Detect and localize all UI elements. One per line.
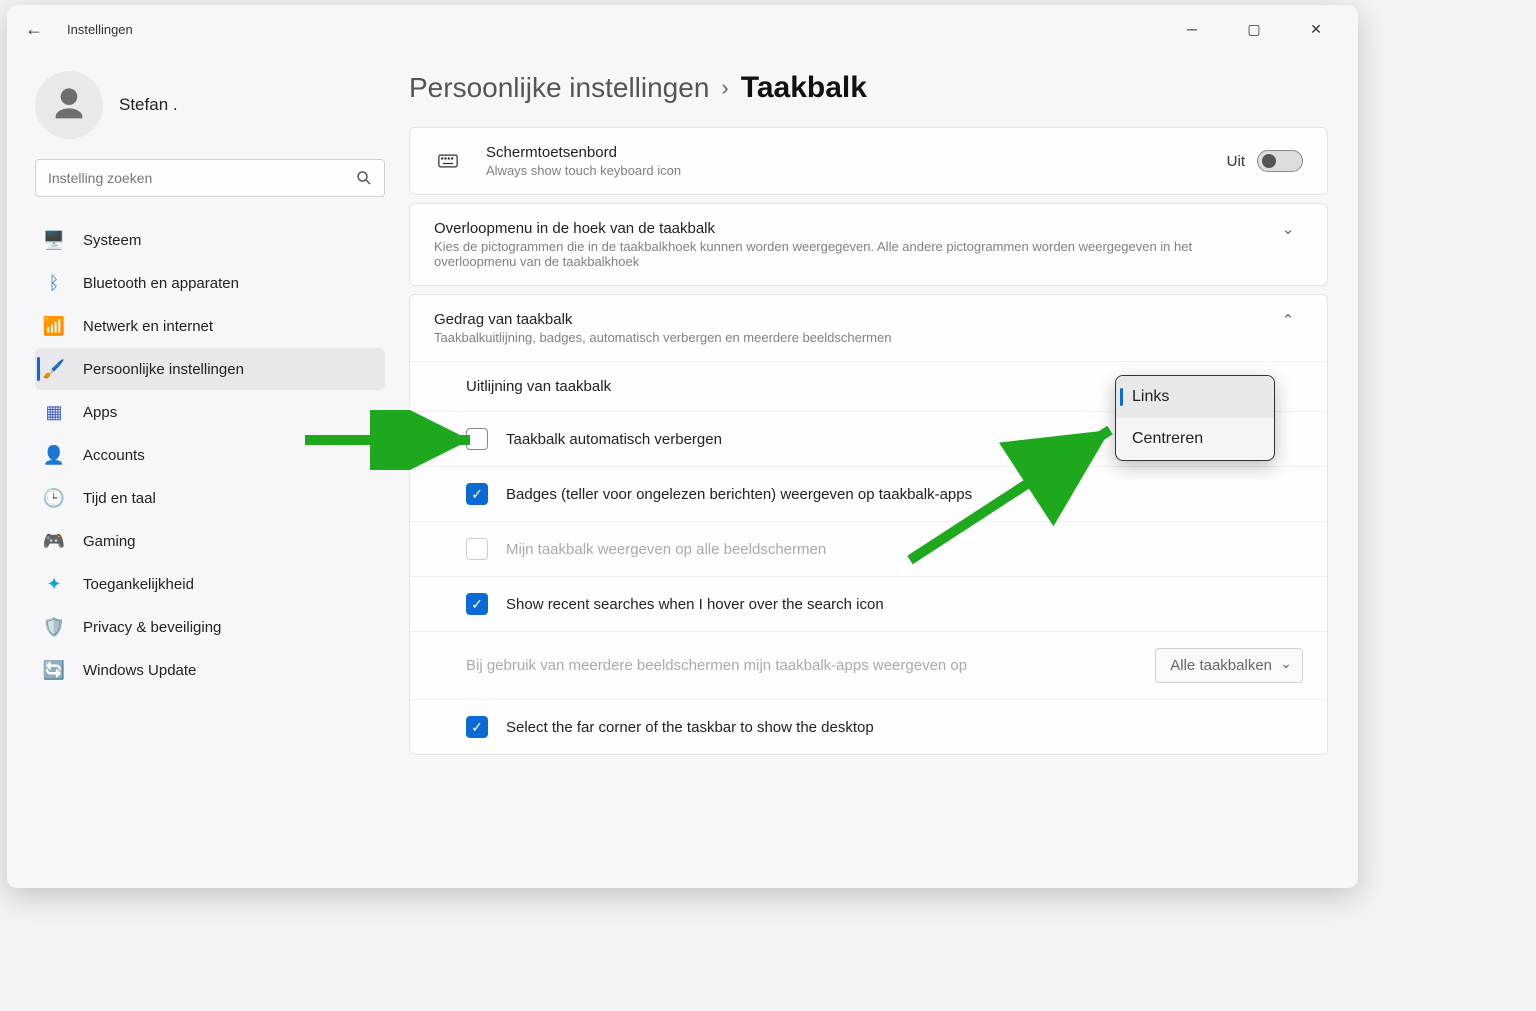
nav-item-4[interactable]: ▦ Apps	[35, 391, 385, 433]
nav-label: Persoonlijke instellingen	[83, 361, 244, 378]
nav-label: Gaming	[83, 533, 136, 550]
breadcrumb-parent[interactable]: Persoonlijke instellingen	[409, 72, 709, 104]
nav-label: Systeem	[83, 232, 141, 249]
nav-item-8[interactable]: ✦ Toegankelijkheid	[35, 563, 385, 605]
chevron-right-icon: ›	[721, 75, 728, 101]
nav-item-2[interactable]: 📶 Netwerk en internet	[35, 305, 385, 347]
auto-hide-checkbox[interactable]	[466, 428, 488, 450]
all-displays-label: Mijn taakbalk weergeven op alle beeldsch…	[506, 541, 826, 558]
paint-icon: 🖌️	[43, 358, 65, 380]
auto-hide-label: Taakbalk automatisch verbergen	[506, 431, 722, 448]
gamepad-icon: 🎮	[43, 530, 65, 552]
nav-label: Tijd en taal	[83, 490, 156, 507]
wifi-icon: 📶	[43, 315, 65, 337]
recent-search-label: Show recent searches when I hover over t…	[506, 596, 884, 613]
nav-item-0[interactable]: 🖥️ Systeem	[35, 219, 385, 261]
accessibility-icon: ✦	[43, 573, 65, 595]
multi-label: Bij gebruik van meerdere beeldschermen m…	[466, 657, 1137, 674]
nav-label: Bluetooth en apparaten	[83, 275, 239, 292]
nav-item-5[interactable]: 👤 Accounts	[35, 434, 385, 476]
touch-kb-title: Schermtoetsenbord	[486, 144, 1227, 161]
alignment-dropdown: Links Centreren	[1115, 375, 1275, 461]
avatar-icon	[35, 71, 103, 139]
body: Stefan . 🖥️ Systeem ᛒ Bluetooth en apparate…	[7, 53, 1358, 888]
clock-icon: 🕒	[43, 487, 65, 509]
maximize-button[interactable]: ▢	[1238, 21, 1270, 38]
behavior-card: Gedrag van taakbalk Taakbalkuitlijning, …	[409, 294, 1328, 755]
nav-label: Windows Update	[83, 662, 196, 679]
nav-item-6[interactable]: 🕒 Tijd en taal	[35, 477, 385, 519]
behavior-sub: Taakbalkuitlijning, badges, automatisch …	[434, 330, 1273, 345]
user-name: Stefan .	[119, 95, 178, 115]
window-buttons: ─ ▢ ✕	[1176, 21, 1332, 38]
nav-label: Apps	[83, 404, 117, 421]
nav-label: Accounts	[83, 447, 145, 464]
shield-icon: 🛡️	[43, 616, 65, 638]
nav-item-7[interactable]: 🎮 Gaming	[35, 520, 385, 562]
sidebar: Stefan . 🖥️ Systeem ᛒ Bluetooth en apparate…	[21, 53, 399, 888]
dropdown-option-links[interactable]: Links	[1116, 376, 1274, 418]
far-corner-row[interactable]: ✓ Select the far corner of the taskbar t…	[410, 699, 1327, 754]
breadcrumb: Persoonlijke instellingen › Taakbalk	[409, 71, 1328, 105]
nav-label: Netwerk en internet	[83, 318, 213, 335]
title-bar: ← Instellingen ─ ▢ ✕	[7, 5, 1358, 53]
nav-label: Privacy & beveiliging	[83, 619, 221, 636]
apps-icon: ▦	[43, 401, 65, 423]
behavior-title: Gedrag van taakbalk	[434, 311, 1273, 328]
keyboard-icon	[434, 147, 462, 175]
chevron-down-icon: ⌄	[1273, 220, 1303, 269]
align-label: Uitlijning van taakbalk	[466, 378, 611, 395]
recent-searches-row[interactable]: ✓ Show recent searches when I hover over…	[410, 576, 1327, 631]
badges-checkbox[interactable]: ✓	[466, 483, 488, 505]
far-corner-checkbox[interactable]: ✓	[466, 716, 488, 738]
monitor-icon: 🖥️	[43, 229, 65, 251]
nav-item-1[interactable]: ᛒ Bluetooth en apparaten	[35, 262, 385, 304]
badges-row[interactable]: ✓ Badges (teller voor ongelezen berichte…	[410, 466, 1327, 521]
nav-item-9[interactable]: 🛡️ Privacy & beveiliging	[35, 606, 385, 648]
search-box	[35, 159, 385, 197]
dropdown-option-centreren[interactable]: Centreren	[1116, 418, 1274, 460]
settings-window: ← Instellingen ─ ▢ ✕ Stefan . 🖥️ Systeem ᛒ…	[7, 5, 1358, 888]
touch-kb-toggle[interactable]	[1257, 150, 1303, 172]
nav-item-10[interactable]: 🔄 Windows Update	[35, 649, 385, 691]
search-input[interactable]	[35, 159, 385, 197]
close-button[interactable]: ✕	[1300, 21, 1332, 38]
window-title: Instellingen	[67, 22, 1176, 37]
profile-row[interactable]: Stefan .	[35, 71, 385, 139]
update-icon: 🔄	[43, 659, 65, 681]
nav-list: 🖥️ Systeem ᛒ Bluetooth en apparaten 📶 Netwerk…	[35, 215, 385, 691]
main-content: Persoonlijke instellingen › Taakbalk Sch…	[399, 53, 1358, 888]
behavior-expander[interactable]: Gedrag van taakbalk Taakbalkuitlijning, …	[410, 295, 1327, 361]
far-corner-label: Select the far corner of the taskbar to …	[506, 719, 874, 736]
overflow-card[interactable]: Overloopmenu in de hoek van de taakbalk …	[409, 203, 1328, 286]
all-displays-row: Mijn taakbalk weergeven op alle beeldsch…	[410, 521, 1327, 576]
all-displays-checkbox	[466, 538, 488, 560]
nav-item-3[interactable]: 🖌️ Persoonlijke instellingen	[35, 348, 385, 390]
multi-display-row: Bij gebruik van meerdere beeldschermen m…	[410, 631, 1327, 699]
toggle-state: Uit	[1227, 153, 1245, 170]
recent-search-checkbox[interactable]: ✓	[466, 593, 488, 615]
chevron-up-icon: ⌃	[1273, 311, 1303, 345]
overflow-sub: Kies de pictogrammen die in de taakbalkh…	[434, 239, 1273, 269]
breadcrumb-current: Taakbalk	[741, 71, 867, 105]
nav-label: Toegankelijkheid	[83, 576, 194, 593]
touch-kb-sub: Always show touch keyboard icon	[486, 163, 1227, 178]
bluetooth-icon: ᛒ	[43, 272, 65, 294]
touch-keyboard-card[interactable]: Schermtoetsenbord Always show touch keyb…	[409, 127, 1328, 195]
back-button[interactable]: ←	[19, 19, 49, 40]
search-icon	[355, 169, 373, 187]
overflow-title: Overloopmenu in de hoek van de taakbalk	[434, 220, 1273, 237]
minimize-button[interactable]: ─	[1176, 21, 1208, 38]
multi-select: Alle taakbalken	[1155, 648, 1303, 683]
person-icon: 👤	[43, 444, 65, 466]
badges-label: Badges (teller voor ongelezen berichten)…	[506, 486, 972, 503]
